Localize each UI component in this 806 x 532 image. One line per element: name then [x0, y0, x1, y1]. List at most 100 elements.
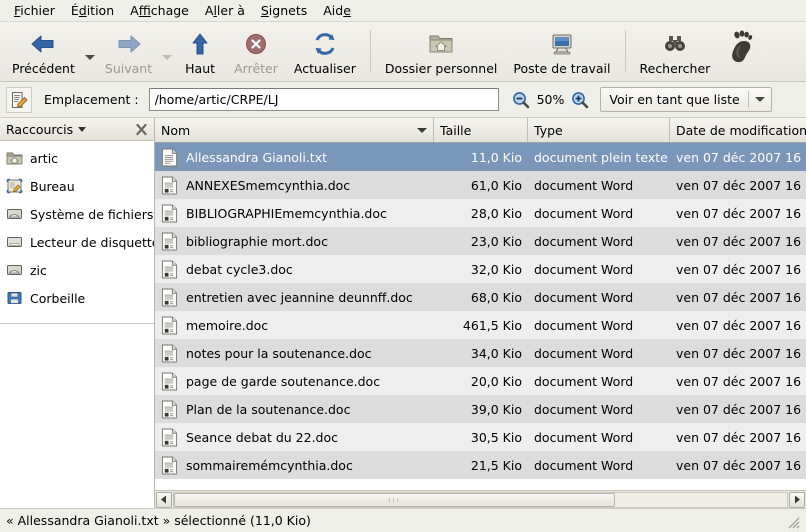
scroll-thumb[interactable]: ııı [174, 492, 616, 507]
floppy-drive-icon [6, 234, 23, 250]
view-mode-dropdown[interactable]: Voir en tant que liste [600, 87, 772, 112]
table-row[interactable]: BIBLIOGRAPHIEmemcynthia.doc 28,0 Kio docum… [155, 199, 806, 227]
horizontal-scrollbar[interactable]: ııı [155, 490, 806, 508]
menu-item-label: fichage [150, 3, 189, 18]
stop-button[interactable]: Arrêter [226, 26, 286, 80]
sidebar-item-label: Système de fichiers [30, 206, 154, 222]
table-row[interactable]: Allessandra Gianoli.txt 11,0 Kio document … [155, 143, 806, 171]
zoom-out-icon[interactable] [511, 90, 531, 110]
cell-name: BIBLIOGRAPHIEmemcynthia.doc [155, 199, 434, 227]
column-header-date-de-modification[interactable]: Date de modification [670, 118, 806, 142]
table-row[interactable]: page de garde soutenance.doc 20,0 Kio docu… [155, 367, 806, 395]
sidebar-item-bureau[interactable]: Bureau [0, 172, 154, 200]
menu-mnemonic-pre: É [70, 3, 79, 18]
sidebar-list: artic Bureau Système de fichiers Lecteur… [0, 141, 154, 508]
scroll-track[interactable]: ııı [173, 491, 788, 508]
menu-item-edition[interactable]: Édition [63, 1, 122, 20]
location-input[interactable] [148, 88, 499, 111]
cell-date: ven 07 déc 2007 16 [676, 401, 802, 417]
menu-item-fichier[interactable]: Fichier [6, 1, 63, 20]
cell-date: ven 07 déc 2007 16 [676, 205, 802, 221]
resize-grip-icon[interactable] [784, 513, 800, 529]
search-button[interactable]: Rechercher [632, 26, 719, 80]
stop-icon [243, 30, 269, 58]
menu-item-aide[interactable]: Aide [315, 1, 359, 20]
chevron-down-icon[interactable] [78, 126, 87, 132]
column-header-label: Taille [440, 122, 472, 138]
sidebar-item-label: zic [30, 262, 47, 278]
zoom-in-icon[interactable] [570, 90, 590, 110]
text-file-icon [161, 148, 178, 167]
file-list-body[interactable]: Allessandra Gianoli.txt 11,0 Kio document … [155, 143, 806, 490]
file-list-pane: Nom Taille Type Date de modification All… [155, 118, 806, 508]
menu-item-signets[interactable]: Signets [253, 1, 315, 20]
cell-date: ven 07 déc 2007 16 [676, 317, 802, 333]
forward-history-dropdown[interactable] [160, 28, 174, 82]
cell-name: notes pour la soutenance.doc [155, 339, 434, 367]
cell-type: document Word [534, 289, 634, 305]
table-row[interactable]: sommairemémcynthia.doc 21,5 Kio document W… [155, 451, 806, 479]
table-row[interactable]: notes pour la soutenance.doc 34,0 Kio docu… [155, 339, 806, 367]
up-button[interactable]: Haut [174, 26, 226, 80]
file-name-label: ANNEXESmemcynthia.doc [186, 177, 351, 193]
sidebar-header: Raccourcis [0, 118, 154, 141]
table-row[interactable]: bibliographie mort.doc 23,0 Kio document W… [155, 227, 806, 255]
sidebar-item-corbeille[interactable]: Corbeille [0, 284, 154, 312]
gnome-logo-button[interactable] [718, 26, 764, 80]
computer-button-label: Poste de travail [513, 61, 611, 76]
main-area: Raccourcis artic Bureau Système de fichi… [0, 118, 806, 508]
menu-item-affichage[interactable]: Affichage [122, 1, 197, 20]
trash-icon [6, 290, 23, 306]
scroll-right-button[interactable] [789, 491, 805, 508]
cell-size: 11,0 Kio [470, 149, 522, 165]
column-header-nom[interactable]: Nom [155, 118, 434, 142]
sidebar-item-lecteur-de-disquette[interactable]: Lecteur de disquette [0, 228, 154, 256]
table-row[interactable]: Seance debat du 22.doc 30,5 Kio document W… [155, 423, 806, 451]
column-header-type[interactable]: Type [528, 118, 670, 142]
sidebar-item-artic[interactable]: artic [0, 144, 154, 172]
table-row[interactable]: debat cycle3.doc 32,0 Kio document Word ven… [155, 255, 806, 283]
back-button-label: Précédent [12, 61, 75, 76]
caret-shape [754, 97, 765, 102]
table-row[interactable]: ANNEXESmemcynthia.doc 61,0 Kio document Wo… [155, 171, 806, 199]
sidebar-splitter[interactable] [0, 323, 154, 325]
cell-size: 461,5 Kio [462, 317, 522, 333]
cell-type: document Word [534, 177, 634, 193]
back-history-dropdown[interactable] [83, 28, 97, 82]
sidebar-item-systeme-de-fichiers[interactable]: Système de fichiers [0, 200, 154, 228]
cell-type: document Word [534, 373, 634, 389]
drive-icon [6, 206, 23, 222]
computer-button[interactable]: Poste de travail [505, 26, 618, 80]
home-button[interactable]: Dossier personnel [377, 26, 506, 80]
cell-name: memoire.doc [155, 311, 434, 339]
cell-date: ven 07 déc 2007 16 [676, 289, 802, 305]
sidebar-item-label: Lecteur de disquette [30, 234, 154, 250]
table-row[interactable]: Plan de la soutenance.doc 39,0 Kio documen… [155, 395, 806, 423]
menu-item-label: ition [86, 3, 115, 18]
file-manager-window: Fichier Édition Affichage Aller à Signet… [0, 0, 806, 532]
file-name-label: notes pour la soutenance.doc [186, 345, 372, 361]
cell-date: ven 07 déc 2007 16 [676, 373, 802, 389]
file-name-label: page de garde soutenance.doc [186, 373, 381, 389]
file-name-label: BIBLIOGRAPHIEmemcynthia.doc [186, 205, 387, 221]
table-row[interactable]: entretien avec jeannine deunnff.doc 68,0 … [155, 283, 806, 311]
close-icon[interactable] [134, 122, 148, 136]
status-bar: « Allessandra Gianoli.txt » sélectionné … [0, 508, 806, 532]
cell-date: ven 07 déc 2007 16 [676, 177, 802, 193]
word-file-icon [161, 456, 178, 475]
word-file-icon [161, 344, 178, 363]
column-header-taille[interactable]: Taille [434, 118, 528, 142]
sidebar-item-zic[interactable]: zic [0, 256, 154, 284]
table-row[interactable]: memoire.doc 461,5 Kio document Word ven 07 … [155, 311, 806, 339]
back-button[interactable]: Précédent [4, 26, 83, 80]
chevron-down-icon[interactable] [749, 97, 771, 102]
forward-button[interactable]: Suivant [97, 26, 160, 80]
cell-date: ven 07 déc 2007 16 [676, 149, 802, 165]
edit-location-icon[interactable] [6, 86, 32, 113]
cell-size: 39,0 Kio [470, 401, 522, 417]
reload-button[interactable]: Actualiser [286, 26, 364, 80]
cell-type: document Word [534, 205, 634, 221]
menu-item-aller-a[interactable]: Aller à [197, 1, 253, 20]
scroll-left-button[interactable] [156, 491, 172, 508]
file-name-label: debat cycle3.doc [186, 261, 293, 277]
